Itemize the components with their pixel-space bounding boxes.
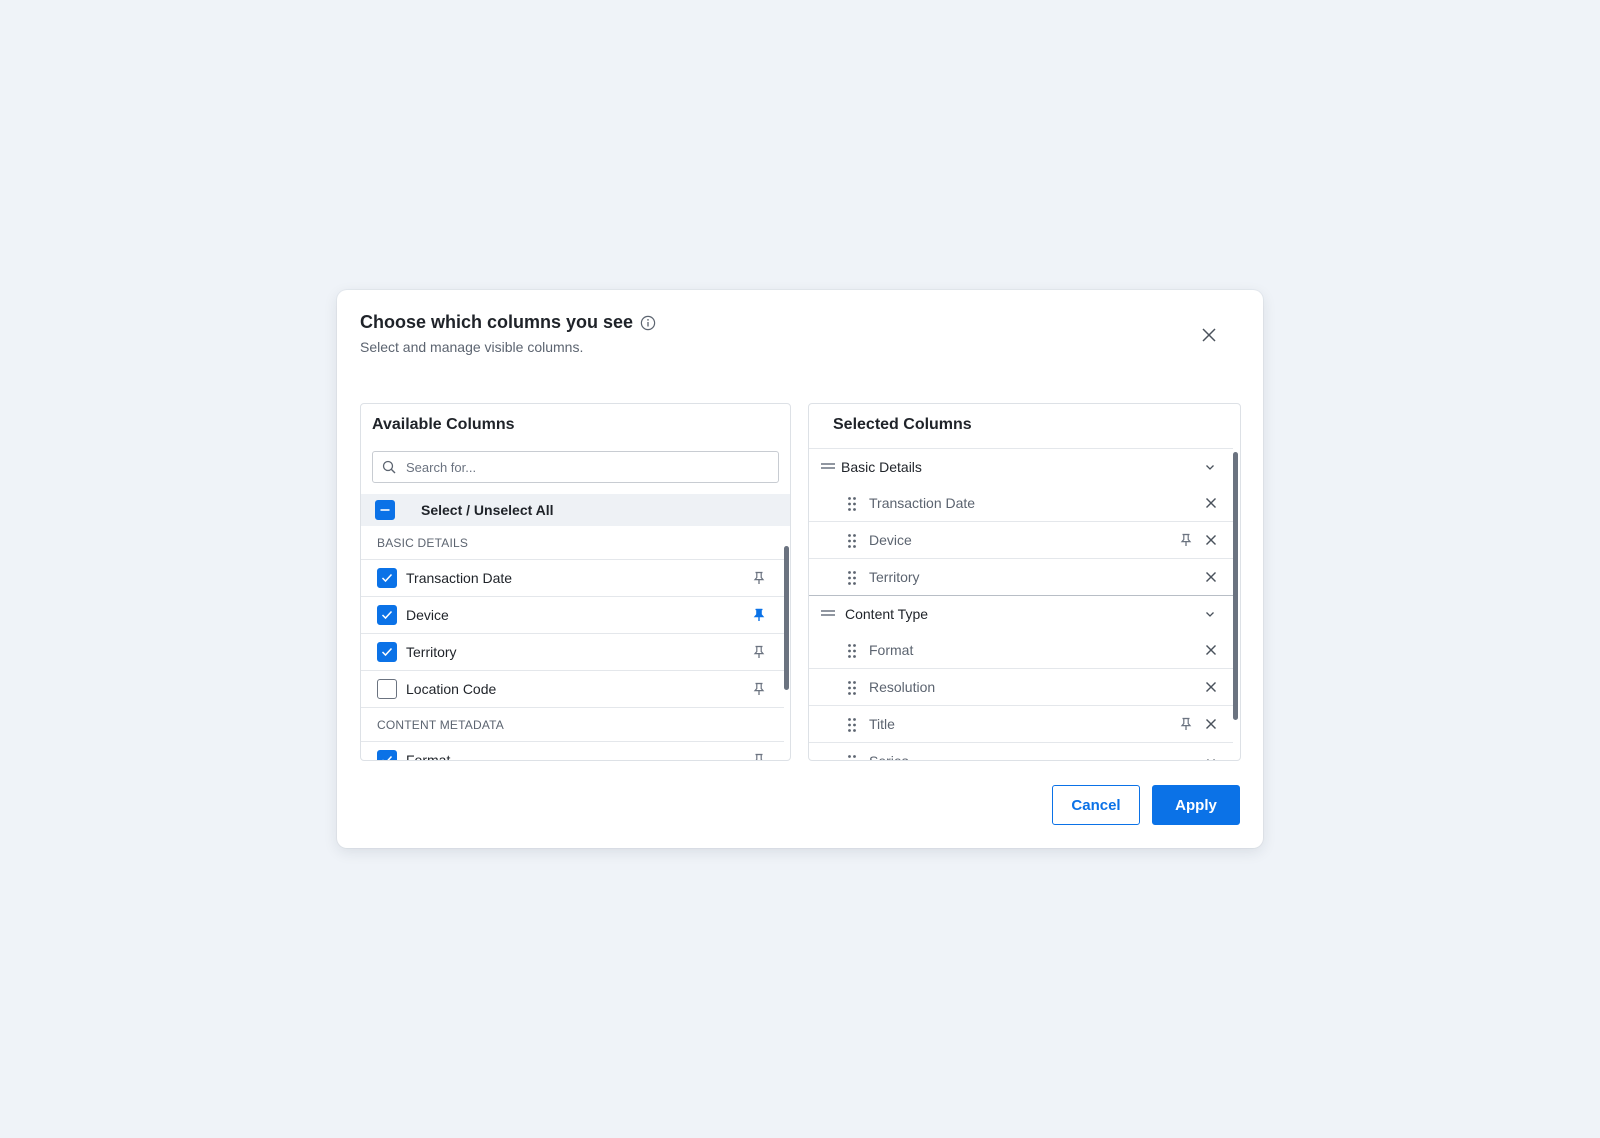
select-all-checkbox[interactable] (375, 500, 395, 520)
search-icon (382, 460, 396, 474)
group-drag-handle-icon[interactable] (821, 462, 835, 470)
remove-icon[interactable] (1205, 497, 1217, 509)
selected-columns-panel: Selected Columns Basic Details Transacti… (808, 403, 1241, 761)
selected-columns-title: Selected Columns (833, 416, 972, 433)
dialog-subtitle: Select and manage visible columns. (360, 339, 584, 355)
chevron-down-icon[interactable] (1205, 755, 1217, 761)
pin-icon[interactable] (752, 645, 766, 659)
checkbox-device[interactable] (377, 605, 397, 625)
drag-handle-icon[interactable] (847, 496, 857, 512)
list-item-label: Format (406, 752, 451, 761)
remove-icon[interactable] (1205, 681, 1217, 693)
selected-item-transaction-date[interactable]: Transaction Date (809, 485, 1233, 522)
checkbox-territory[interactable] (377, 642, 397, 662)
selected-columns-list: Basic Details Transaction Date Device Te… (809, 448, 1233, 761)
column-chooser-dialog: Choose which columns you see Select and … (337, 290, 1263, 848)
available-columns-list: BASIC DETAILS Transaction Date Device Te… (361, 526, 784, 761)
check-icon (382, 755, 393, 760)
list-item-label: Series (869, 753, 909, 761)
close-icon (1202, 328, 1216, 342)
drag-handle-icon[interactable] (847, 533, 857, 549)
list-item-label: Device (406, 607, 449, 623)
apply-button[interactable]: Apply (1152, 785, 1240, 825)
selected-list-scrollbar[interactable] (1233, 452, 1238, 720)
selected-item-format[interactable]: Format (809, 632, 1233, 669)
pin-icon[interactable] (752, 571, 766, 585)
selected-item-title[interactable]: Title (809, 706, 1233, 743)
drag-handle-icon[interactable] (847, 717, 857, 733)
group-drag-handle-icon[interactable] (821, 609, 835, 617)
checkbox-format[interactable] (377, 750, 397, 760)
available-item-location-code[interactable]: Location Code (361, 671, 784, 708)
drag-handle-icon[interactable] (847, 570, 857, 586)
list-item-label: Transaction Date (406, 570, 513, 586)
group-header-basic-details: BASIC DETAILS (361, 526, 784, 560)
remove-icon[interactable] (1205, 571, 1217, 583)
list-item-label: Device (869, 532, 912, 548)
cancel-button[interactable]: Cancel (1052, 785, 1140, 825)
pin-icon[interactable] (752, 682, 766, 696)
selected-item-territory[interactable]: Territory (809, 559, 1233, 596)
available-item-device[interactable]: Device (361, 597, 784, 634)
selected-item-resolution[interactable]: Resolution (809, 669, 1233, 706)
check-icon (381, 573, 393, 583)
drag-handle-icon[interactable] (847, 643, 857, 659)
checkbox-transaction-date[interactable] (377, 568, 397, 588)
list-item-label: Territory (406, 644, 457, 660)
pin-icon[interactable] (1179, 533, 1193, 547)
remove-icon[interactable] (1205, 718, 1217, 730)
select-all-label: Select / Unselect All (421, 502, 554, 518)
drag-handle-icon[interactable] (847, 754, 857, 761)
selected-item-series[interactable]: Series (809, 743, 1233, 761)
check-icon (381, 647, 393, 657)
search-input[interactable] (404, 458, 768, 476)
dialog-title: Choose which columns you see (360, 312, 634, 332)
select-all-row[interactable]: Select / Unselect All (361, 494, 790, 526)
checkbox-location-code[interactable] (377, 679, 397, 699)
indeterminate-icon (380, 509, 390, 511)
group-label: Basic Details (841, 459, 922, 475)
pin-icon[interactable] (1179, 717, 1193, 731)
available-item-format[interactable]: Format (361, 742, 784, 761)
list-item-label: Format (869, 642, 914, 658)
list-item-label: Location Code (406, 681, 497, 697)
list-item-label: Title (869, 716, 895, 732)
list-item-label: Resolution (869, 679, 936, 695)
remove-icon[interactable] (1205, 644, 1217, 656)
available-list-scrollbar[interactable] (784, 546, 789, 690)
chevron-down-icon[interactable] (1204, 461, 1216, 473)
selected-item-device[interactable]: Device (809, 522, 1233, 559)
available-columns-panel: Available Columns Select / Unselect All … (360, 403, 791, 761)
list-item-label: Territory (869, 569, 920, 585)
list-item-label: Transaction Date (869, 495, 976, 511)
selected-group-content-type[interactable]: Content Type (809, 596, 1233, 632)
available-item-territory[interactable]: Territory (361, 634, 784, 671)
pin-icon[interactable] (752, 753, 766, 761)
selected-group-basic-details[interactable]: Basic Details (809, 449, 1233, 485)
search-box[interactable] (372, 451, 779, 483)
remove-icon[interactable] (1205, 534, 1217, 546)
available-columns-title: Available Columns (372, 416, 515, 433)
group-label: Content Type (845, 606, 929, 622)
close-button[interactable] (1199, 325, 1219, 345)
check-icon (381, 610, 393, 620)
drag-handle-icon[interactable] (847, 680, 857, 696)
available-item-transaction-date[interactable]: Transaction Date (361, 560, 784, 597)
group-header-content-metadata: CONTENT METADATA (361, 708, 784, 742)
pinned-icon[interactable] (752, 608, 766, 622)
info-icon[interactable] (640, 315, 656, 331)
chevron-down-icon[interactable] (1204, 608, 1216, 620)
dialog-title-row: Choose which columns you see (360, 312, 656, 333)
